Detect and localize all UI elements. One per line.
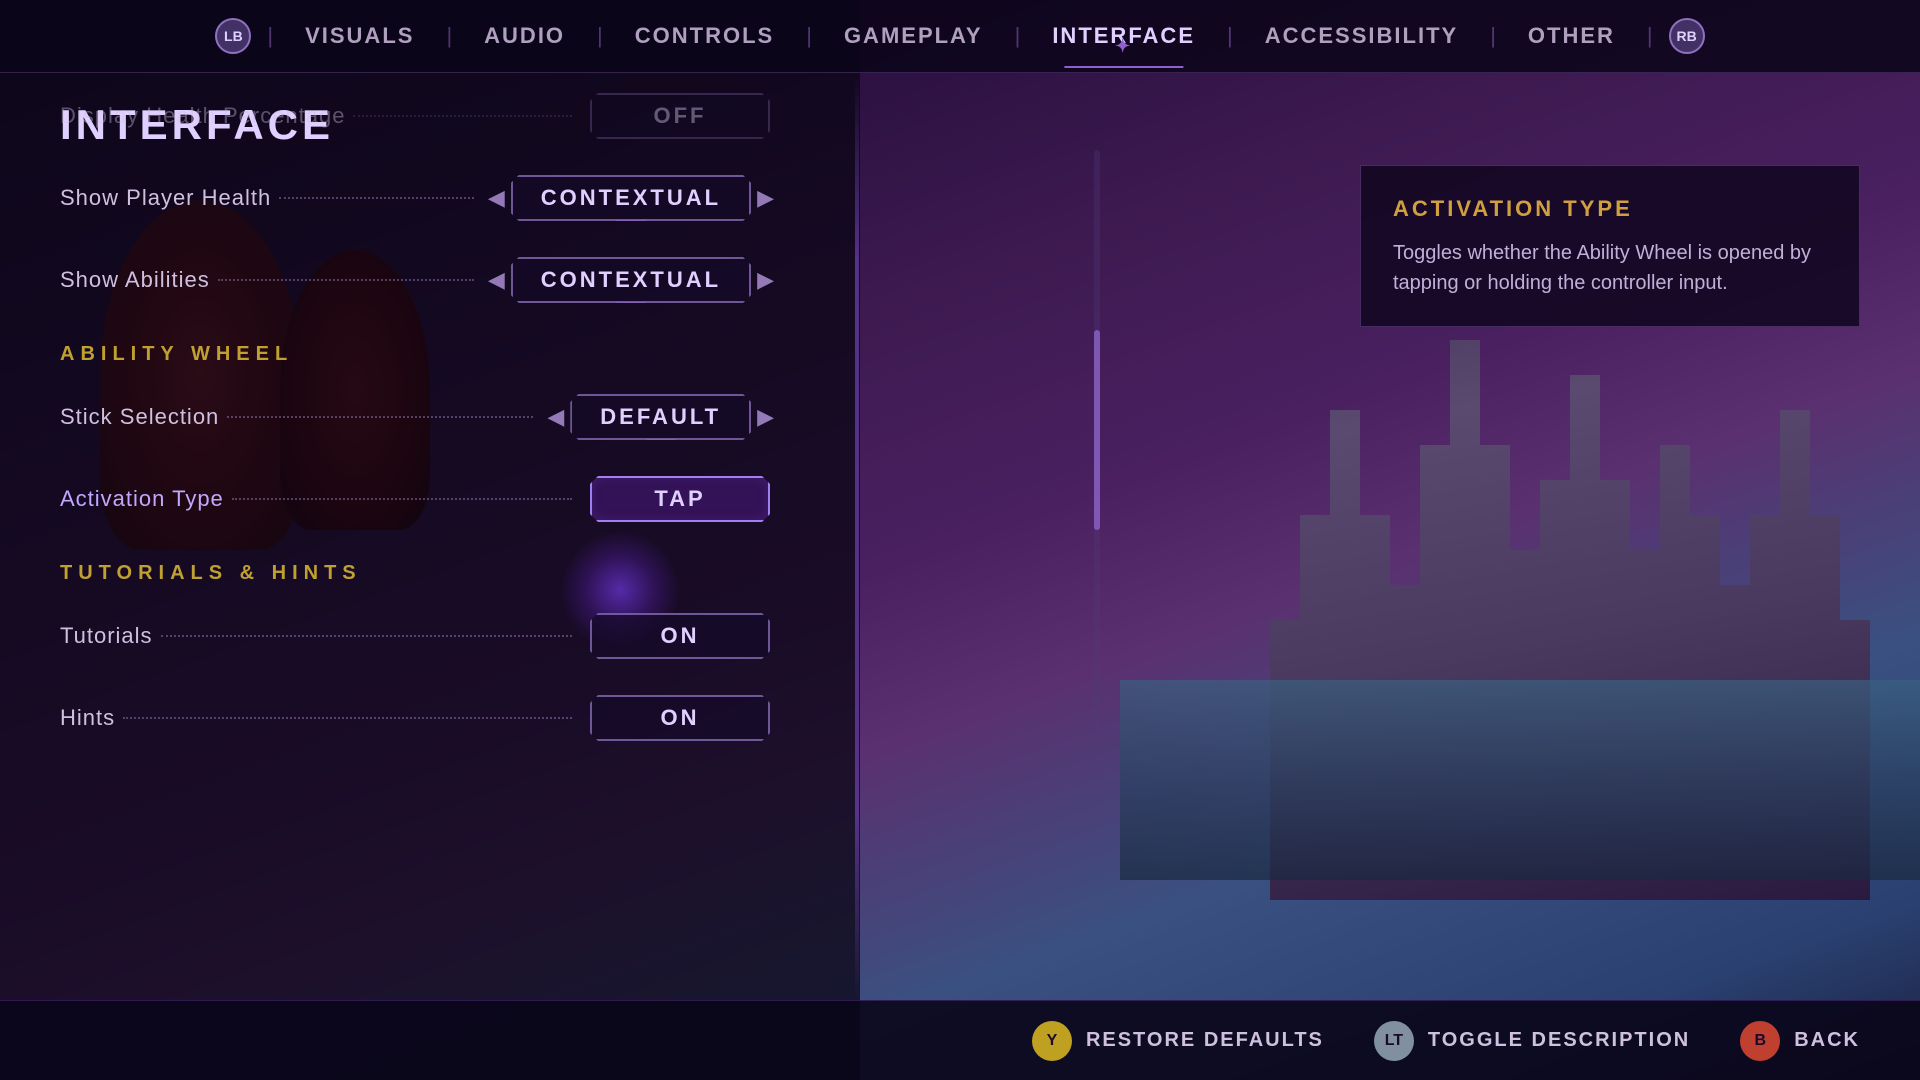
selector-dash-1	[616, 220, 646, 223]
nav-sep-2: |	[593, 23, 607, 49]
selector-dash-3	[646, 439, 676, 442]
nav-sep-0: |	[263, 23, 277, 49]
selector-show-abilities: CONTEXTUAL	[511, 257, 751, 303]
value-selector-show-player-health[interactable]: ◀ CONTEXTUAL ▶	[482, 175, 780, 221]
setting-label-show-abilities: Show Abilities	[60, 267, 210, 293]
toggle-description-action[interactable]: LT TOGGLE DESCRIPTION	[1374, 1021, 1690, 1061]
dots-0	[353, 115, 572, 117]
top-nav: LB | VISUALS | AUDIO | CONTROLS | GAMEPL…	[0, 0, 1920, 73]
value-selector-hints[interactable]: ON	[580, 695, 780, 741]
nav-active-indicator: ✦	[1115, 36, 1132, 57]
back-action[interactable]: B BACK	[1740, 1021, 1860, 1061]
arrow-left-stick[interactable]: ◀	[541, 404, 570, 430]
section-header-ability-wheel: ABILITY WHEEL	[60, 321, 780, 376]
arrow-left-abilities[interactable]: ◀	[482, 267, 511, 293]
selector-activation-type: TAP	[590, 476, 770, 522]
value-selector-show-abilities[interactable]: ◀ CONTEXTUAL ▶	[482, 257, 780, 303]
value-selector-tutorials[interactable]: ON	[580, 613, 780, 659]
restore-defaults-label: RESTORE DEFAULTS	[1086, 1029, 1324, 1052]
setting-row-display-health-pct: Display Health Percentage OFF	[60, 75, 780, 157]
arrow-right-stick[interactable]: ▶	[751, 404, 780, 430]
nav-sep-5: |	[1223, 23, 1237, 49]
nav-sep-3: |	[802, 23, 816, 49]
nav-rb-button[interactable]: RB	[1669, 18, 1705, 54]
nav-sep-1: |	[442, 23, 456, 49]
dots-5	[161, 635, 572, 637]
bottom-bar: Y RESTORE DEFAULTS LT TOGGLE DESCRIPTION…	[0, 1000, 1920, 1080]
restore-defaults-action[interactable]: Y RESTORE DEFAULTS	[1032, 1021, 1324, 1061]
b-button: B	[1740, 1021, 1780, 1061]
back-label: BACK	[1794, 1029, 1860, 1052]
dots-2	[218, 279, 474, 281]
setting-label-stick-selection: Stick Selection	[60, 404, 219, 430]
dots-6	[123, 717, 572, 719]
scrollbar-thumb[interactable]	[1094, 330, 1100, 530]
nav-lb-button[interactable]: LB	[215, 18, 251, 54]
dots-4	[232, 498, 572, 500]
nav-item-other[interactable]: OTHER	[1500, 23, 1643, 49]
selector-show-player-health: CONTEXTUAL	[511, 175, 751, 221]
settings-panel: Display Health Percentage OFF Show Playe…	[0, 75, 840, 1000]
setting-label-tutorials: Tutorials	[60, 623, 153, 649]
lt-button: LT	[1374, 1021, 1414, 1061]
setting-label-hints: Hints	[60, 705, 115, 731]
arrow-left-health[interactable]: ◀	[482, 185, 511, 211]
y-button: Y	[1032, 1021, 1072, 1061]
settings-list: Display Health Percentage OFF Show Playe…	[0, 75, 840, 759]
setting-label-activation-type: Activation Type	[60, 486, 224, 512]
setting-row-show-player-health[interactable]: Show Player Health ◀ CONTEXTUAL ▶	[60, 157, 780, 239]
setting-label-display-health-pct: Display Health Percentage	[60, 103, 345, 129]
dots-3	[227, 416, 533, 418]
selector-dash-2	[616, 302, 646, 305]
nav-item-interface[interactable]: INTERFACE ✦	[1024, 23, 1223, 49]
selector-stick-selection: DEFAULT	[570, 394, 751, 440]
nav-item-controls[interactable]: CONTROLS	[607, 23, 802, 49]
nav-sep-6: |	[1486, 23, 1500, 49]
value-selector-stick-selection[interactable]: ◀ DEFAULT ▶	[541, 394, 780, 440]
section-header-tutorials-hints: TUTORIALS & HINTS	[60, 540, 780, 595]
selector-tutorials: ON	[590, 613, 770, 659]
setting-row-show-abilities[interactable]: Show Abilities ◀ CONTEXTUAL ▶	[60, 239, 780, 321]
nav-sep-4: |	[1011, 23, 1025, 49]
setting-row-hints[interactable]: Hints ON	[60, 677, 780, 759]
value-selector-activation-type[interactable]: TAP	[580, 476, 780, 522]
nav-sep-7: |	[1643, 23, 1657, 49]
content-wrapper: LB | VISUALS | AUDIO | CONTROLS | GAMEPL…	[0, 0, 1920, 1080]
selector-hints: ON	[590, 695, 770, 741]
info-panel-title: ACTIVATION TYPE	[1393, 196, 1827, 222]
arrow-right-abilities[interactable]: ▶	[751, 267, 780, 293]
setting-label-show-player-health: Show Player Health	[60, 185, 271, 211]
setting-row-tutorials[interactable]: Tutorials ON	[60, 595, 780, 677]
info-panel-description: Toggles whether the Ability Wheel is ope…	[1393, 238, 1827, 298]
setting-row-activation-type[interactable]: Activation Type TAP	[60, 458, 780, 540]
scrollbar-track[interactable]	[1094, 150, 1100, 730]
dots-1	[279, 197, 474, 199]
setting-row-stick-selection[interactable]: Stick Selection ◀ DEFAULT ▶	[60, 376, 780, 458]
value-selector-display-health-pct: OFF	[580, 93, 780, 139]
nav-item-accessibility[interactable]: ACCESSIBILITY	[1237, 23, 1486, 49]
nav-item-audio[interactable]: AUDIO	[456, 23, 593, 49]
arrow-right-health[interactable]: ▶	[751, 185, 780, 211]
nav-item-visuals[interactable]: VISUALS	[277, 23, 442, 49]
toggle-description-label: TOGGLE DESCRIPTION	[1428, 1029, 1690, 1052]
info-panel: ACTIVATION TYPE Toggles whether the Abil…	[1360, 165, 1860, 327]
selector-display-health-pct: OFF	[590, 93, 770, 139]
nav-item-gameplay[interactable]: GAMEPLAY	[816, 23, 1011, 49]
vertical-divider	[855, 75, 859, 1000]
